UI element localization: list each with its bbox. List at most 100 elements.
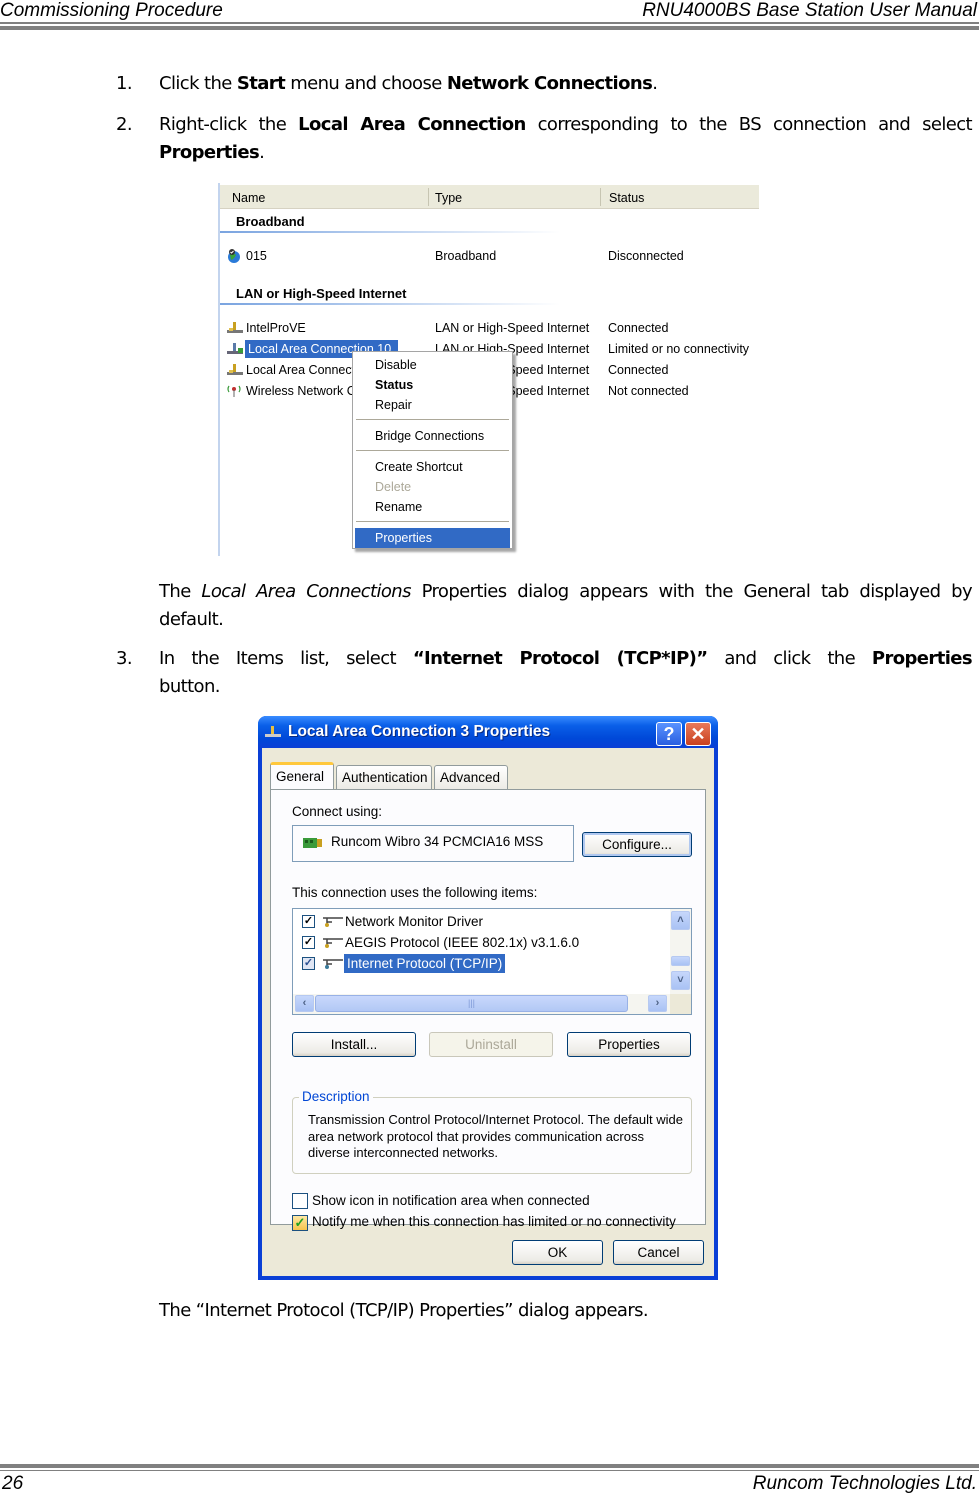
notify-checkbox[interactable]: ✓ (292, 1215, 308, 1231)
horizontal-scrollbar[interactable]: ‹ ||| › (293, 994, 670, 1014)
description-legend: Description (299, 1089, 373, 1104)
menu-separator (356, 521, 509, 522)
list-item[interactable]: ✓ AEGIS Protocol (IEEE 802.1x) v3.1.6.0 (293, 933, 663, 953)
tab-authentication[interactable]: Authentication (336, 765, 432, 789)
scroll-left-button[interactable]: ‹ (295, 995, 314, 1012)
show-icon-label[interactable]: Show icon in notification area when conn… (312, 1193, 590, 1208)
notify-label[interactable]: Notify me when this connection has limit… (312, 1214, 676, 1229)
item-checkbox[interactable]: ✓ (302, 936, 315, 949)
menu-item-repair[interactable]: Repair (355, 395, 510, 415)
item-label: AEGIS Protocol (IEEE 802.1x) v3.1.6.0 (345, 935, 580, 950)
step-number: 1. (116, 73, 133, 94)
dialog-title: Local Area Connection 3 Properties (288, 723, 551, 740)
step-text: In the Items list, select “Internet Prot… (159, 648, 973, 697)
column-type[interactable]: Type (435, 191, 462, 205)
items-list[interactable]: ✓ Network Monitor Driver ✓ AEGIS Protoco… (292, 908, 692, 1015)
group-header: Broadband (236, 214, 305, 229)
lan-icon (227, 364, 243, 375)
network-connections-screenshot: Name Type Status Broadband 015 Broadband… (218, 183, 759, 556)
tcpip-dialog-note: The “Internet Protocol (TCP/IP) Properti… (159, 1300, 649, 1321)
item-checkbox[interactable]: ✓ (302, 915, 315, 928)
scroll-right-button[interactable]: › (648, 995, 667, 1012)
tab-advanced[interactable]: Advanced (434, 765, 508, 789)
step-number: 2. (116, 114, 133, 135)
dialog-appears-note: The Local Area Connections Properties di… (159, 581, 973, 630)
globe-icon (228, 249, 240, 263)
connection-name: 015 (246, 249, 267, 263)
menu-item-status[interactable]: Status (355, 375, 510, 395)
menu-item-properties[interactable]: Properties (355, 528, 510, 548)
step-number: 3. (116, 648, 133, 669)
menu-separator (356, 419, 509, 420)
context-menu: Disable Status Repair Bridge Connections… (352, 351, 513, 549)
lan-icon (227, 322, 243, 333)
cancel-button[interactable]: Cancel (613, 1240, 704, 1265)
connection-status: Connected (608, 321, 669, 335)
configure-button[interactable]: Configure... (582, 832, 692, 857)
header-rule-thick (0, 26, 979, 30)
group-divider (220, 231, 560, 233)
connection-row[interactable]: 015 Broadband Disconnected (220, 246, 759, 266)
dialog-title-bar[interactable]: Local Area Connection 3 Properties ? ✕ (258, 716, 718, 748)
description-text: Transmission Control Protocol/Internet P… (308, 1112, 684, 1160)
protocol-icon (323, 938, 343, 948)
connection-row[interactable]: IntelProVE LAN or High-Speed Internet Co… (220, 318, 759, 338)
help-button[interactable]: ? (656, 722, 682, 746)
general-panel: Connect using: Runcom Wibro 34 PCMCIA16 … (270, 789, 706, 1231)
protocol-icon (323, 959, 343, 969)
column-separator[interactable] (428, 188, 429, 206)
scroll-up-button[interactable]: ˄ (671, 911, 690, 930)
footer-company: Runcom Technologies Ltd. (752, 1473, 977, 1494)
item-checkbox[interactable]: ✓ (302, 957, 315, 970)
list-item-selected[interactable]: ✓ Internet Protocol (TCP/IP) (293, 953, 663, 974)
connect-using-label: Connect using: (292, 804, 383, 819)
scroll-thumb[interactable] (671, 956, 690, 966)
show-icon-checkbox[interactable] (292, 1193, 308, 1209)
header-rule (0, 22, 979, 24)
close-button[interactable]: ✕ (685, 722, 711, 746)
connection-name: IntelProVE (246, 321, 306, 335)
connection-type: Broadband (435, 249, 497, 263)
menu-item-disable[interactable]: Disable (355, 355, 510, 375)
install-button[interactable]: Install... (292, 1032, 416, 1057)
connection-status: Connected (608, 363, 669, 377)
menu-item-bridge-connections[interactable]: Bridge Connections (355, 426, 510, 446)
header-manual-title: RNU4000BS Base Station User Manual (642, 0, 977, 21)
close-icon: ✕ (690, 724, 706, 744)
dialog-body: General Authentication Advanced Connect … (262, 748, 714, 1276)
column-name[interactable]: Name (232, 191, 265, 205)
adapter-name: Runcom Wibro 34 PCMCIA16 MSS (331, 834, 544, 849)
connection-status: Not connected (608, 384, 689, 398)
menu-item-rename[interactable]: Rename (355, 497, 510, 517)
connection-status: Limited or no connectivity (608, 342, 750, 356)
menu-item-create-shortcut[interactable]: Create Shortcut (355, 457, 510, 477)
scroll-thumb[interactable]: ||| (315, 995, 628, 1012)
menu-separator (356, 450, 509, 451)
vertical-scrollbar[interactable]: ˄ ˅ (670, 909, 691, 995)
ok-button[interactable]: OK (512, 1240, 603, 1265)
step-text: Right-click the Local Area Connection co… (159, 114, 973, 163)
tab-general[interactable]: General (270, 762, 334, 789)
network-card-icon (303, 838, 322, 848)
column-separator[interactable] (600, 188, 601, 206)
properties-button[interactable]: Properties (567, 1032, 691, 1057)
scroll-down-button[interactable]: ˅ (671, 971, 690, 990)
list-item[interactable]: ✓ Network Monitor Driver (293, 912, 663, 932)
uninstall-button: Uninstall (429, 1032, 553, 1057)
connection-status: Disconnected (608, 249, 684, 263)
connection-type: LAN or High-Speed Internet (435, 321, 590, 335)
item-label: Network Monitor Driver (345, 914, 484, 929)
page-number: 26 (2, 1473, 24, 1494)
column-status[interactable]: Status (609, 191, 644, 205)
items-label: This connection uses the following items… (292, 885, 538, 900)
properties-dialog: Local Area Connection 3 Properties ? ✕ G… (258, 716, 718, 1280)
lan-icon (227, 343, 243, 354)
footer-rule (0, 1470, 979, 1471)
protocol-icon (323, 917, 343, 927)
menu-item-delete: Delete (375, 480, 412, 494)
group-divider (220, 303, 560, 305)
adapter-field: Runcom Wibro 34 PCMCIA16 MSS (292, 825, 574, 862)
scrollbar-corner (670, 994, 691, 1014)
column-header: Name Type Status (220, 183, 759, 209)
group-header: LAN or High-Speed Internet (236, 286, 407, 301)
